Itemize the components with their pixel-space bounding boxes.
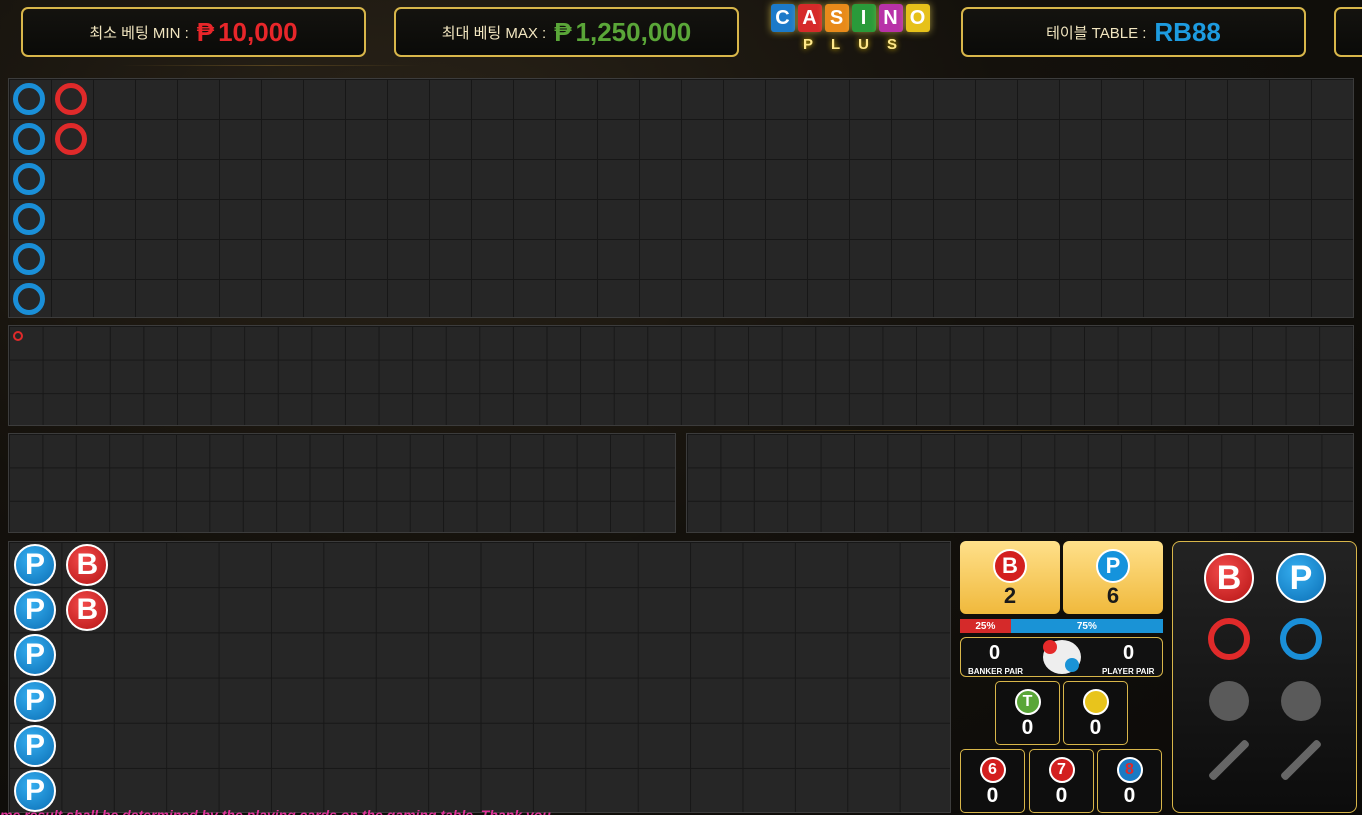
max-bet-value: 1,250,000 bbox=[575, 16, 692, 47]
bead-road-banker: B bbox=[66, 544, 109, 586]
player-count-card: P 6 bbox=[1063, 541, 1163, 614]
banker-slash-icon bbox=[1207, 738, 1251, 782]
eight-count-box: 8 0 bbox=[1097, 749, 1162, 813]
banker-dot-icon bbox=[1209, 681, 1249, 721]
big-eye-road-grid bbox=[8, 325, 1354, 426]
bead-road-player: P bbox=[14, 634, 56, 677]
eight-count: 0 bbox=[1123, 783, 1136, 807]
player-slash-icon bbox=[1279, 738, 1323, 782]
player-ring-icon bbox=[1280, 618, 1322, 660]
banker-count: 2 bbox=[1003, 582, 1017, 608]
tie-chip-icon: T bbox=[1014, 688, 1041, 715]
bead-road-player: P bbox=[14, 679, 56, 722]
player-percentage: 75% bbox=[1010, 619, 1163, 633]
min-bet-value: 10,000 bbox=[218, 16, 298, 47]
pair-icon bbox=[1043, 640, 1081, 674]
banker-pair-label: BANKER PAIR bbox=[968, 667, 1023, 676]
big-road-player-mark bbox=[13, 163, 45, 195]
banker-percentage: 25% bbox=[960, 619, 1011, 633]
big-road-banker-mark bbox=[55, 123, 87, 155]
eight-chip-icon: 8 bbox=[1116, 756, 1143, 783]
player-count: 6 bbox=[1106, 582, 1120, 608]
banker-pair-count: 0 bbox=[989, 642, 1001, 664]
six-chip-icon: 6 bbox=[979, 756, 1006, 783]
big-road-player-mark bbox=[13, 283, 45, 315]
decor-line bbox=[700, 430, 1200, 431]
big-eye-road-mark bbox=[13, 331, 23, 341]
six-count: 0 bbox=[986, 783, 999, 807]
big-road-grid bbox=[8, 78, 1354, 318]
logo-letter: O bbox=[905, 4, 930, 32]
player-pair-count: 0 bbox=[1123, 642, 1135, 664]
seven-count-box: 7 0 bbox=[1029, 749, 1094, 813]
bead-road-player: P bbox=[14, 724, 56, 767]
big-road-player-mark bbox=[13, 123, 45, 155]
big-road-banker-mark bbox=[55, 83, 87, 115]
max-bet-currency: ₱ bbox=[554, 16, 572, 47]
bead-road-player: P bbox=[14, 589, 56, 632]
natural-count-box: 0 bbox=[1063, 681, 1128, 745]
six-count-box: 6 0 bbox=[960, 749, 1025, 813]
banker-chip-icon: B bbox=[993, 548, 1027, 583]
road-legend-panel: B P bbox=[1172, 541, 1357, 813]
player-pair-label: PLAYER PAIR bbox=[1102, 667, 1155, 676]
logo-sub-letter: S bbox=[887, 36, 898, 53]
seven-count: 0 bbox=[1055, 783, 1068, 807]
seven-chip-icon: 7 bbox=[1048, 756, 1075, 783]
min-bet-box: 최소 베팅 MIN : ₱ 10,000 bbox=[21, 7, 366, 57]
min-bet-label: 최소 베팅 MIN : bbox=[89, 24, 189, 42]
logo-sub-letter: U bbox=[858, 36, 869, 53]
casino-plus-logo: C A S I N O P L U S bbox=[768, 4, 932, 64]
notice-ticker: me result shall be determined by the pla… bbox=[0, 807, 555, 815]
max-bet-box: 최대 베팅 MAX : ₱ 1,250,000 bbox=[394, 7, 739, 57]
logo-sub-letter: L bbox=[830, 36, 841, 53]
big-road-player-mark bbox=[13, 83, 45, 115]
big-road-player-mark bbox=[13, 203, 45, 235]
min-bet-currency: ₱ bbox=[196, 16, 215, 47]
logo-letter: N bbox=[878, 4, 903, 32]
table-value: RB88 bbox=[1154, 16, 1221, 47]
win-percentage-bar: 25% 75% bbox=[960, 619, 1163, 633]
cockroach-road-grid bbox=[686, 433, 1354, 533]
player-dot-icon bbox=[1281, 681, 1321, 721]
big-road-player-mark bbox=[13, 243, 45, 275]
tie-count-box: T 0 bbox=[995, 681, 1060, 745]
tie-count: 0 bbox=[1021, 715, 1034, 739]
header-box-partial bbox=[1334, 7, 1362, 57]
pairs-box: 0 BANKER PAIR 0 PLAYER PAIR bbox=[960, 637, 1163, 677]
player-chip-icon: P bbox=[1096, 548, 1130, 583]
logo-letter: I bbox=[851, 4, 876, 32]
banker-legend-bead[interactable]: B bbox=[1204, 553, 1254, 603]
logo-letter: S bbox=[824, 4, 849, 32]
decor-line bbox=[120, 65, 420, 66]
natural-count: 0 bbox=[1089, 715, 1102, 739]
logo-sub-letter: P bbox=[802, 36, 813, 53]
small-road-grid bbox=[8, 433, 676, 533]
banker-count-card: B 2 bbox=[960, 541, 1060, 614]
max-bet-label: 최대 베팅 MAX : bbox=[441, 24, 547, 42]
natural-chip-icon bbox=[1082, 688, 1109, 715]
bead-road-banker: B bbox=[66, 589, 109, 632]
table-box: 테이블 TABLE : RB88 bbox=[961, 7, 1306, 57]
player-legend-bead[interactable]: P bbox=[1276, 553, 1326, 603]
banker-ring-icon bbox=[1208, 618, 1250, 660]
logo-letter: C bbox=[770, 4, 795, 32]
bead-road-player: P bbox=[14, 544, 56, 586]
logo-letter: A bbox=[797, 4, 822, 32]
table-label: 테이블 TABLE : bbox=[1046, 24, 1147, 42]
bead-road-grid: PPPPPPBB bbox=[8, 541, 951, 813]
